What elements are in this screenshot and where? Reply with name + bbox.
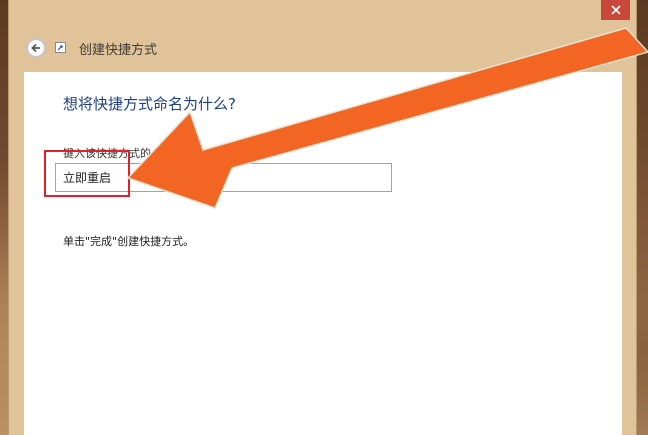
red-highlight-box (44, 150, 130, 197)
close-button[interactable] (601, 0, 630, 20)
back-button[interactable] (26, 38, 46, 58)
wizard-content-panel: 想将快捷方式命名为什么? 键入该快捷方式的 单击"完成"创建快捷方式。 (24, 72, 622, 435)
close-icon (610, 5, 621, 15)
create-shortcut-window: 创建快捷方式 想将快捷方式命名为什么? 键入该快捷方式的 单击"完成"创建快捷方… (8, 0, 637, 435)
back-arrow-icon (31, 43, 40, 53)
baidu-watermark: Bai 经验 jingyan.baidu.com (514, 383, 614, 425)
page-heading: 想将快捷方式命名为什么? (63, 95, 236, 113)
shortcut-wizard-icon (55, 42, 66, 53)
watermark-brand: Bai 经验 (515, 389, 613, 414)
watermark-url: jingyan.baidu.com (513, 415, 614, 425)
finish-hint-text: 单击"完成"创建快捷方式。 (63, 235, 195, 248)
window-title: 创建快捷方式 (79, 43, 158, 58)
